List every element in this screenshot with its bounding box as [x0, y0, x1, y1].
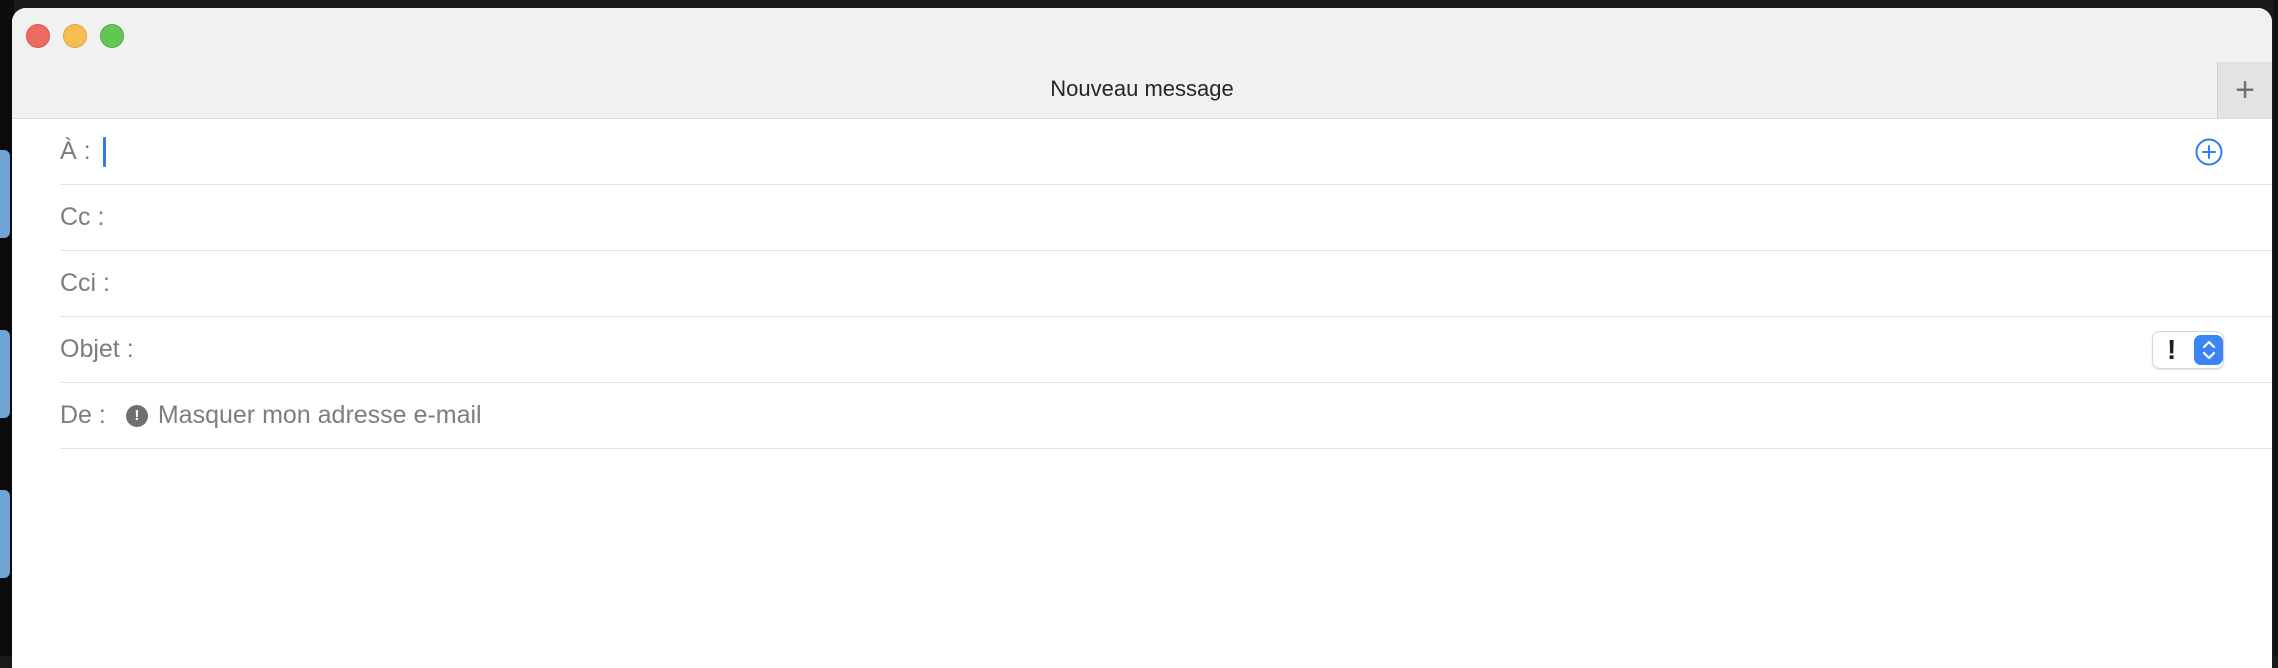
- alert-circle-icon: !: [125, 404, 148, 427]
- subject-label: Objet :: [60, 335, 134, 363]
- to-row[interactable]: À :: [60, 119, 2272, 185]
- text-caret: [102, 136, 106, 167]
- plus-circle-icon[interactable]: [2194, 137, 2224, 167]
- from-row[interactable]: De : ! Masquer mon adresse e-mail: [60, 383, 2272, 449]
- subject-row[interactable]: Objet : !: [60, 317, 2272, 383]
- cc-row[interactable]: Cc :: [60, 185, 2272, 251]
- new-tab-button[interactable]: +: [2217, 62, 2272, 118]
- window-title: Nouveau message: [1050, 76, 1234, 101]
- to-label: À :: [60, 137, 91, 165]
- new-message-window: Nouveau message + À : Cc : Cci : Objet :…: [12, 8, 2272, 668]
- window-controls: [26, 24, 124, 48]
- priority-value: !: [2167, 333, 2177, 365]
- priority-selector[interactable]: !: [2152, 330, 2224, 369]
- from-label: De :: [60, 401, 106, 429]
- zoom-button[interactable]: [100, 24, 124, 48]
- bcc-row[interactable]: Cci :: [60, 251, 2272, 317]
- cc-label: Cc :: [60, 203, 105, 231]
- chevron-up-down-icon[interactable]: [2194, 334, 2223, 365]
- message-body[interactable]: [12, 449, 2272, 668]
- desktop-background-right: [2273, 0, 2278, 656]
- title-bar: Nouveau message +: [12, 8, 2272, 119]
- desktop-item: [0, 330, 10, 418]
- close-button[interactable]: [26, 24, 50, 48]
- desktop-item: [0, 150, 10, 238]
- bcc-label: Cci :: [60, 269, 110, 297]
- from-value[interactable]: Masquer mon adresse e-mail: [158, 401, 482, 430]
- message-header-fields: À : Cc : Cci : Objet : ! De: ! Masquer …: [12, 119, 2272, 449]
- minimize-button[interactable]: [63, 24, 87, 48]
- desktop-item: [0, 490, 10, 578]
